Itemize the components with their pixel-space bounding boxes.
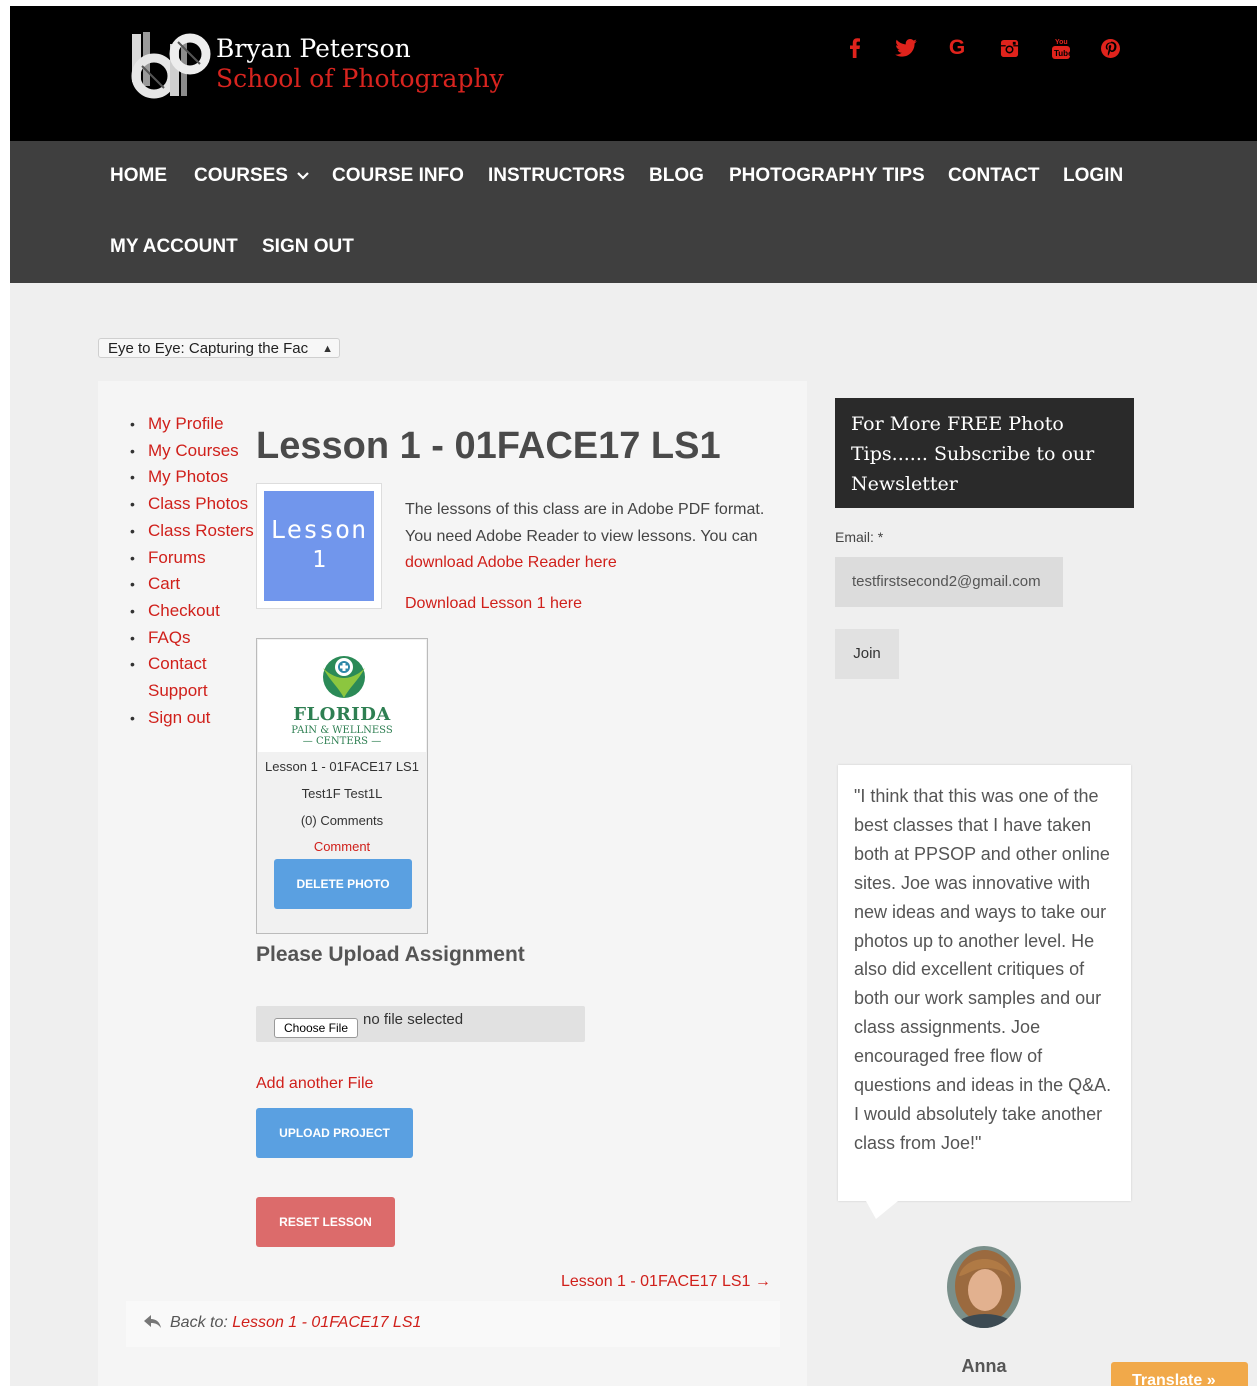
next-lesson-link[interactable]: Lesson 1 - 01FACE17 LS1 → <box>561 1273 771 1291</box>
nav-instructors[interactable]: INSTRUCTORS <box>488 165 625 187</box>
lesson-intro-text: The lessons of this class are in Adobe P… <box>405 501 765 545</box>
google-icon[interactable]: G <box>946 36 968 60</box>
nav-sign-out[interactable]: SIGN OUT <box>262 236 354 258</box>
testimonial-quote: "I think that this was one of the best c… <box>838 765 1131 1201</box>
nav-blog[interactable]: BLOG <box>649 165 704 187</box>
twitter-icon[interactable] <box>894 36 918 60</box>
menu-my-photos[interactable]: My Photos <box>126 464 256 491</box>
menu-class-rosters[interactable]: Class Rosters <box>126 518 256 545</box>
breadcrumb: Back to: Lesson 1 - 01FACE17 LS1 <box>126 1301 780 1347</box>
site-header: Bryan Peterson School of Photography G Y… <box>10 6 1257 141</box>
page: Bryan Peterson School of Photography G Y… <box>10 6 1257 1386</box>
reset-lesson-button[interactable]: RESET LESSON <box>256 1197 395 1247</box>
back-to-link[interactable]: Lesson 1 - 01FACE17 LS1 <box>232 1314 421 1331</box>
email-field[interactable]: testfirstsecond2@gmail.com <box>835 557 1063 607</box>
logo-icon[interactable] <box>128 30 212 100</box>
testimonial-tail <box>866 1201 898 1219</box>
menu-class-photos[interactable]: Class Photos <box>126 491 256 518</box>
upload-project-button[interactable]: UPLOAD PROJECT <box>256 1108 413 1158</box>
adobe-reader-link[interactable]: download Adobe Reader here <box>405 554 617 571</box>
nav-contact[interactable]: CONTACT <box>948 165 1039 187</box>
menu-contact-support[interactable]: Contact Support <box>126 651 208 704</box>
photo-caption: Lesson 1 - 01FACE17 LS1 <box>265 759 419 774</box>
testimonial-author: Anna <box>961 1356 1007 1376</box>
back-to: Back to: Lesson 1 - 01FACE17 LS1 <box>170 1314 421 1332</box>
svg-text:You: You <box>1055 39 1068 46</box>
nav-my-account[interactable]: MY ACCOUNT <box>110 236 238 258</box>
nav-login[interactable]: LOGIN <box>1063 165 1123 187</box>
chevron-down-icon <box>297 172 310 180</box>
translate-button[interactable]: Translate » <box>1111 1362 1248 1386</box>
nav-home[interactable]: HOME <box>110 165 167 187</box>
lesson-thumbnail[interactable]: Lesson 1 <box>256 483 382 609</box>
nav-courses-label: COURSES <box>194 165 288 186</box>
pinterest-icon[interactable] <box>1099 36 1121 60</box>
menu-cart[interactable]: Cart <box>126 571 256 598</box>
menu-faqs[interactable]: FAQs <box>126 625 256 652</box>
lesson-panel: My Profile My Courses My Photos Class Ph… <box>98 381 807 1386</box>
course-select-value: Eye to Eye: Capturing the Fac <box>108 340 309 357</box>
lesson-intro: The lessons of this class are in Adobe P… <box>405 497 795 577</box>
wellness-logo-icon <box>323 656 365 698</box>
upload-heading: Please Upload Assignment <box>256 943 525 966</box>
back-to-label: Back to: <box>170 1314 233 1331</box>
account-menu: My Profile My Courses My Photos Class Ph… <box>126 411 256 731</box>
course-select[interactable]: Eye to Eye: Capturing the Fac ▲ <box>98 338 340 358</box>
avatar <box>947 1246 1021 1328</box>
menu-sign-out[interactable]: Sign out <box>126 705 256 732</box>
photo-card: FLORIDA PAIN & WELLNESS — CENTERS — Less… <box>256 638 428 934</box>
photo-author: Test1F Test1L <box>301 786 383 801</box>
thumbnail-line1: Lesson <box>270 515 368 544</box>
avatar-photo-icon <box>947 1246 1021 1328</box>
youtube-icon[interactable]: You Tube <box>1050 36 1072 60</box>
menu-checkout[interactable]: Checkout <box>126 598 256 625</box>
reply-arrow-icon <box>144 1315 161 1328</box>
menu-my-courses[interactable]: My Courses <box>126 438 256 465</box>
brand-name[interactable]: Bryan Peterson <box>216 34 411 63</box>
photo-image[interactable]: FLORIDA PAIN & WELLNESS — CENTERS — <box>258 640 426 752</box>
nav-course-info[interactable]: COURSE INFO <box>332 165 464 187</box>
file-input[interactable]: Choose File no file selected <box>256 1006 585 1042</box>
logo-sub-text-2: — CENTERS — <box>302 736 382 747</box>
logo-sub-text: PAIN & WELLNESS <box>291 725 393 736</box>
instagram-icon[interactable] <box>998 36 1020 60</box>
menu-forums[interactable]: Forums <box>126 545 256 572</box>
logo-main-text: FLORIDA <box>293 704 391 725</box>
lesson-thumbnail-image: Lesson 1 <box>264 491 374 601</box>
newsletter-heading: For More FREE Photo Tips...... Subscribe… <box>835 398 1134 508</box>
download-lesson-link[interactable]: Download Lesson 1 here <box>405 595 582 613</box>
menu-my-profile[interactable]: My Profile <box>126 411 256 438</box>
select-arrows-icon: ▲ <box>322 343 333 355</box>
delete-photo-button[interactable]: DELETE PHOTO <box>274 859 412 909</box>
main-nav: HOME COURSES COURSE INFO INSTRUCTORS BLO… <box>10 141 1257 283</box>
join-button[interactable]: Join <box>835 629 899 679</box>
photo-comments-count: (0) Comments <box>300 813 384 828</box>
email-label: Email: * <box>835 529 884 545</box>
add-another-file-link[interactable]: Add another File <box>256 1075 373 1093</box>
comment-link[interactable]: Comment <box>257 839 427 854</box>
file-status: no file selected <box>363 1011 464 1028</box>
page-title: Lesson 1 - 01FACE17 LS1 <box>256 425 721 467</box>
choose-file-button[interactable]: Choose File <box>274 1018 358 1038</box>
thumbnail-line2: 1 <box>312 547 326 573</box>
nav-courses[interactable]: COURSES <box>194 165 310 187</box>
facebook-icon[interactable] <box>846 36 864 60</box>
brand-tagline[interactable]: School of Photography <box>216 64 504 93</box>
nav-photography-tips[interactable]: PHOTOGRAPHY TIPS <box>729 165 925 187</box>
svg-text:Tube: Tube <box>1054 49 1070 58</box>
